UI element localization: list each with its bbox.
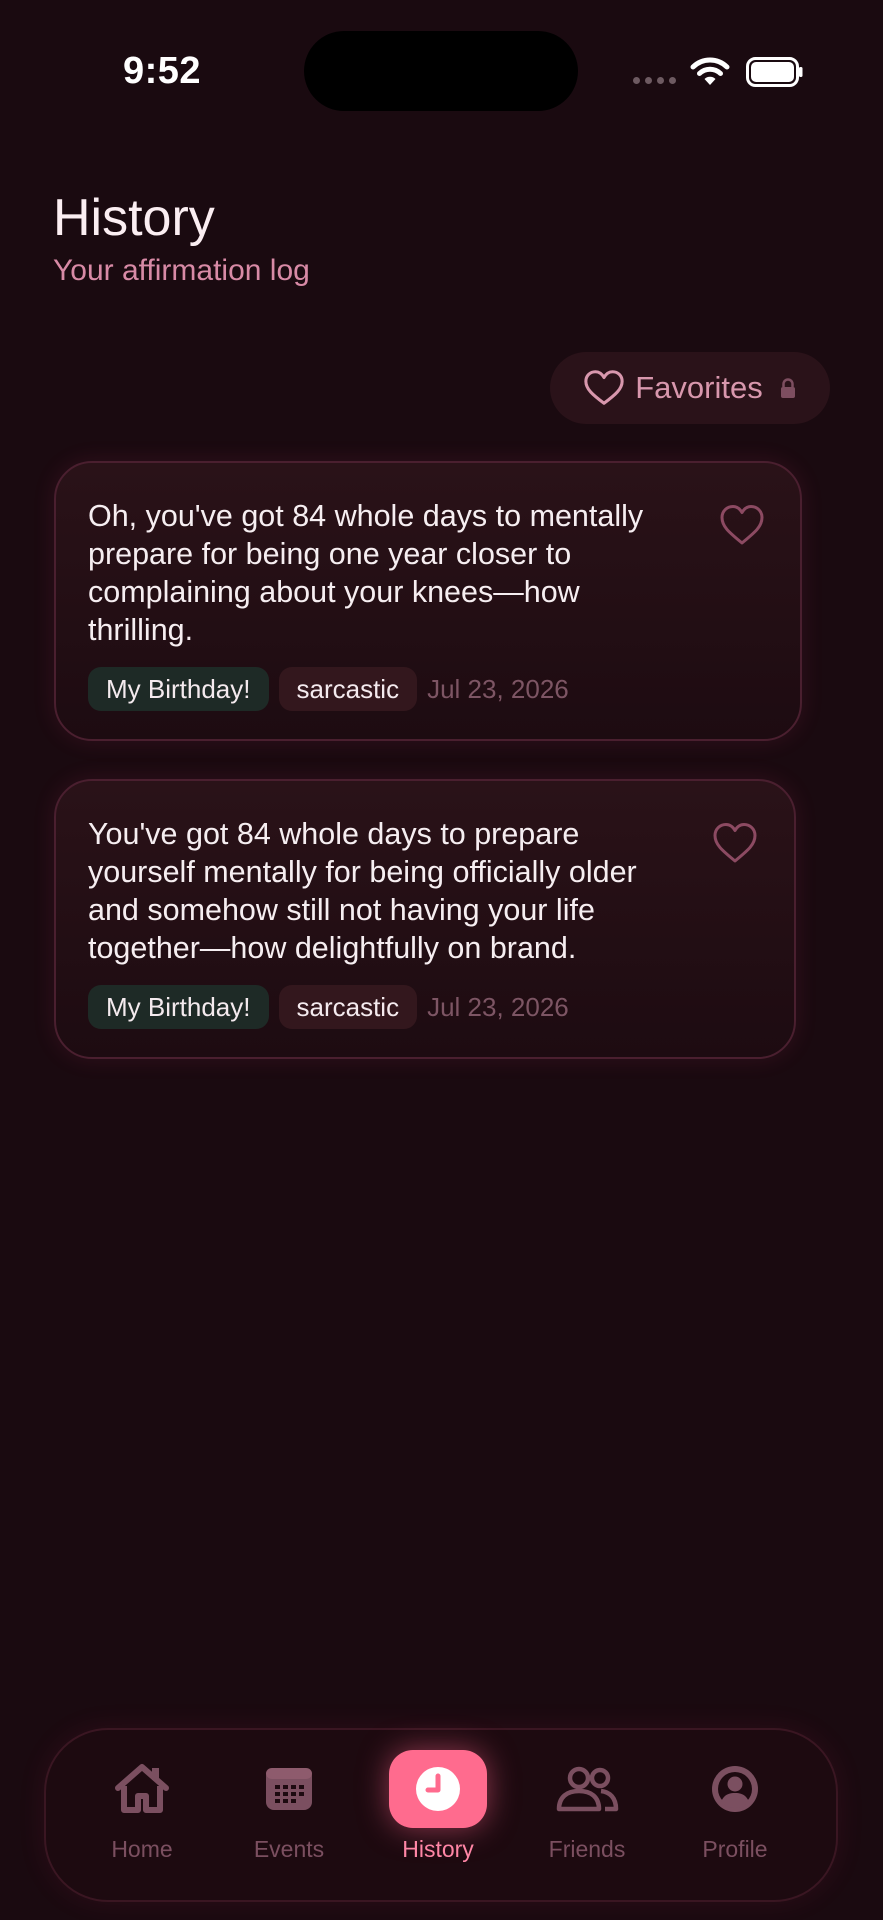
page-subtitle: Your affirmation log <box>53 254 310 287</box>
affirmation-text: Oh, you've got 84 whole days to mentally… <box>88 499 644 647</box>
affirmation-text: You've got 84 whole days to prepare your… <box>88 817 637 965</box>
event-chip: My Birthday! <box>88 667 269 711</box>
wifi-icon <box>690 57 730 85</box>
tone-chip: sarcastic <box>278 667 418 711</box>
tab-bar: Home Events History Friends Profile <box>44 1728 838 1902</box>
tab-label: Events <box>253 1836 325 1862</box>
favorites-label: Favorites <box>635 370 763 405</box>
tab-friends[interactable]: Friends <box>522 1750 652 1890</box>
home-icon <box>115 1764 169 1813</box>
tab-events[interactable]: Events <box>224 1750 354 1890</box>
people-icon <box>556 1766 619 1812</box>
tab-label: Friends <box>548 1836 626 1862</box>
favorite-heart-icon[interactable] <box>712 821 758 865</box>
tab-history[interactable]: History <box>373 1750 503 1890</box>
tab-label: History <box>402 1836 474 1862</box>
dynamic-island <box>304 31 578 111</box>
history-card[interactable]: Oh, you've got 84 whole days to mentally… <box>54 461 802 741</box>
card-meta: My Birthday! sarcastic Jul 23, 2026 <box>88 985 569 1029</box>
cellular-signal-icon <box>633 77 676 84</box>
tab-label: Home <box>111 1836 173 1862</box>
calendar-icon <box>266 1768 312 1810</box>
status-bar: 9:52 <box>0 0 883 140</box>
favorites-button[interactable]: Favorites <box>550 352 830 424</box>
battery-icon <box>746 57 803 87</box>
heart-outline-icon <box>584 370 624 405</box>
favorite-heart-icon[interactable] <box>719 503 765 547</box>
tone-chip: sarcastic <box>278 985 418 1029</box>
clock-icon <box>416 1767 460 1811</box>
tab-label: Profile <box>702 1836 768 1862</box>
card-meta: My Birthday! sarcastic Jul 23, 2026 <box>88 667 569 711</box>
tab-home[interactable]: Home <box>77 1750 207 1890</box>
person-circle-icon <box>712 1766 758 1812</box>
card-date: Jul 23, 2026 <box>427 673 569 704</box>
card-date: Jul 23, 2026 <box>427 991 569 1022</box>
page-title: History <box>53 189 215 247</box>
event-chip: My Birthday! <box>88 985 269 1029</box>
tab-profile[interactable]: Profile <box>670 1750 800 1890</box>
lock-icon <box>780 378 795 398</box>
status-time: 9:52 <box>123 50 202 92</box>
history-card[interactable]: You've got 84 whole days to prepare your… <box>54 779 796 1059</box>
